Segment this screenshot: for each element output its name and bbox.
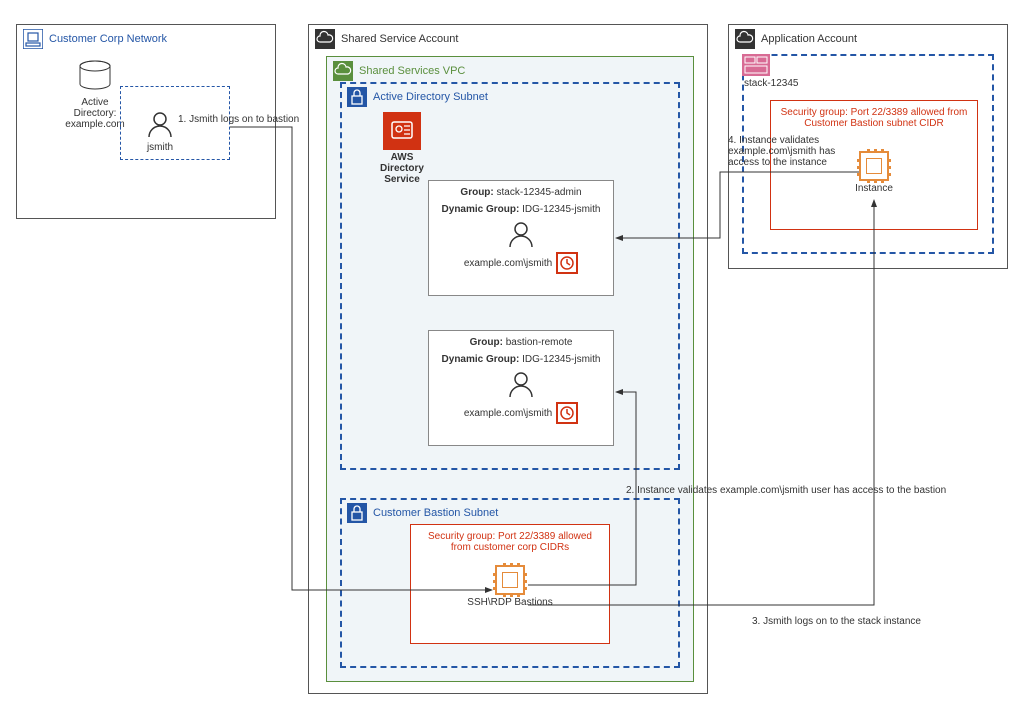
- shared-service-title: Shared Service Account: [341, 33, 458, 45]
- group1-dyn-header: Dynamic Group: IDG-12345-jsmith: [433, 204, 609, 215]
- group1-user-row: example.com\jsmith: [433, 252, 609, 274]
- database-icon: [75, 60, 115, 94]
- group1-dyn-name: IDG-12345-jsmith: [522, 204, 600, 215]
- user-icon: [145, 109, 175, 139]
- ec2-instance-icon: [859, 151, 889, 181]
- directory-service-icon: [383, 112, 421, 150]
- group-stack-admin: Group: stack-12345-admin Dynamic Group: …: [428, 180, 614, 296]
- user-icon: [506, 219, 536, 249]
- group2-dyn-name: IDG-12345-jsmith: [522, 354, 600, 365]
- step-4-label: 4. Instance validates example.com\jsmith…: [728, 135, 858, 168]
- group1-user-path: example.com\jsmith: [464, 258, 552, 269]
- group2-dyn-header: Dynamic Group: IDG-12345-jsmith: [433, 354, 609, 365]
- application-account-header: Application Account: [729, 25, 1007, 53]
- lock-icon: [347, 87, 367, 107]
- customer-corp-header: Customer Corp Network: [17, 25, 275, 53]
- user-label: jsmith: [130, 142, 190, 153]
- corporate-network-icon: [23, 29, 43, 49]
- bastion-sec-label: Security group: Port 22/3389 allowed fro…: [411, 525, 609, 559]
- clock-icon: [556, 402, 578, 424]
- lock-icon: [347, 503, 367, 523]
- step-3-label: 3. Jsmith logs on to the stack instance: [752, 616, 921, 627]
- cloudformation-icon: [742, 54, 770, 76]
- group-bastion-remote: Group: bastion-remote Dynamic Group: IDG…: [428, 330, 614, 446]
- bastion-sec-group: Security group: Port 22/3389 allowed fro…: [410, 524, 610, 644]
- group2-header: Group: bastion-remote: [433, 337, 609, 348]
- directory-service: AWS Directory Service: [362, 112, 442, 185]
- shared-vpc-header: Shared Services VPC: [327, 57, 693, 85]
- cloud-icon: [735, 29, 755, 49]
- ec2-instance-icon: [495, 565, 525, 595]
- stack-label: stack-12345: [744, 78, 798, 89]
- group2-label: Group:: [470, 337, 503, 348]
- bastion-subnet-header: Customer Bastion Subnet: [342, 500, 678, 526]
- step-1-label: 1. Jsmith logs on to bastion: [178, 114, 299, 125]
- app-sec-label: Security group: Port 22/3389 allowed fro…: [771, 101, 977, 135]
- group1-label: Group:: [460, 187, 493, 198]
- vpc-icon: [333, 61, 353, 81]
- shared-vpc-title: Shared Services VPC: [359, 65, 465, 77]
- bastion-instance-label: SSH\RDP Bastions: [411, 597, 609, 608]
- application-account-title: Application Account: [761, 33, 857, 45]
- cloud-icon: [315, 29, 335, 49]
- ds-label1: AWS: [362, 152, 442, 163]
- group1-header: Group: stack-12345-admin: [433, 187, 609, 198]
- ad-subnet-title: Active Directory Subnet: [373, 91, 488, 103]
- ad-subnet-header: Active Directory Subnet: [342, 84, 678, 110]
- clock-icon: [556, 252, 578, 274]
- group1-name: stack-12345-admin: [497, 187, 582, 198]
- customer-corp-title: Customer Corp Network: [49, 33, 167, 45]
- instance-label: Instance: [771, 183, 977, 194]
- step-2-label: 2. Instance validates example.com\jsmith…: [626, 485, 946, 496]
- group2-user-path: example.com\jsmith: [464, 408, 552, 419]
- user-icon: [506, 369, 536, 399]
- shared-service-header: Shared Service Account: [309, 25, 707, 53]
- group2-name: bastion-remote: [506, 337, 573, 348]
- group2-dyn-label: Dynamic Group:: [442, 354, 520, 365]
- group1-dyn-label: Dynamic Group:: [442, 204, 520, 215]
- group2-user-row: example.com\jsmith: [433, 402, 609, 424]
- bastion-subnet-title: Customer Bastion Subnet: [373, 507, 498, 519]
